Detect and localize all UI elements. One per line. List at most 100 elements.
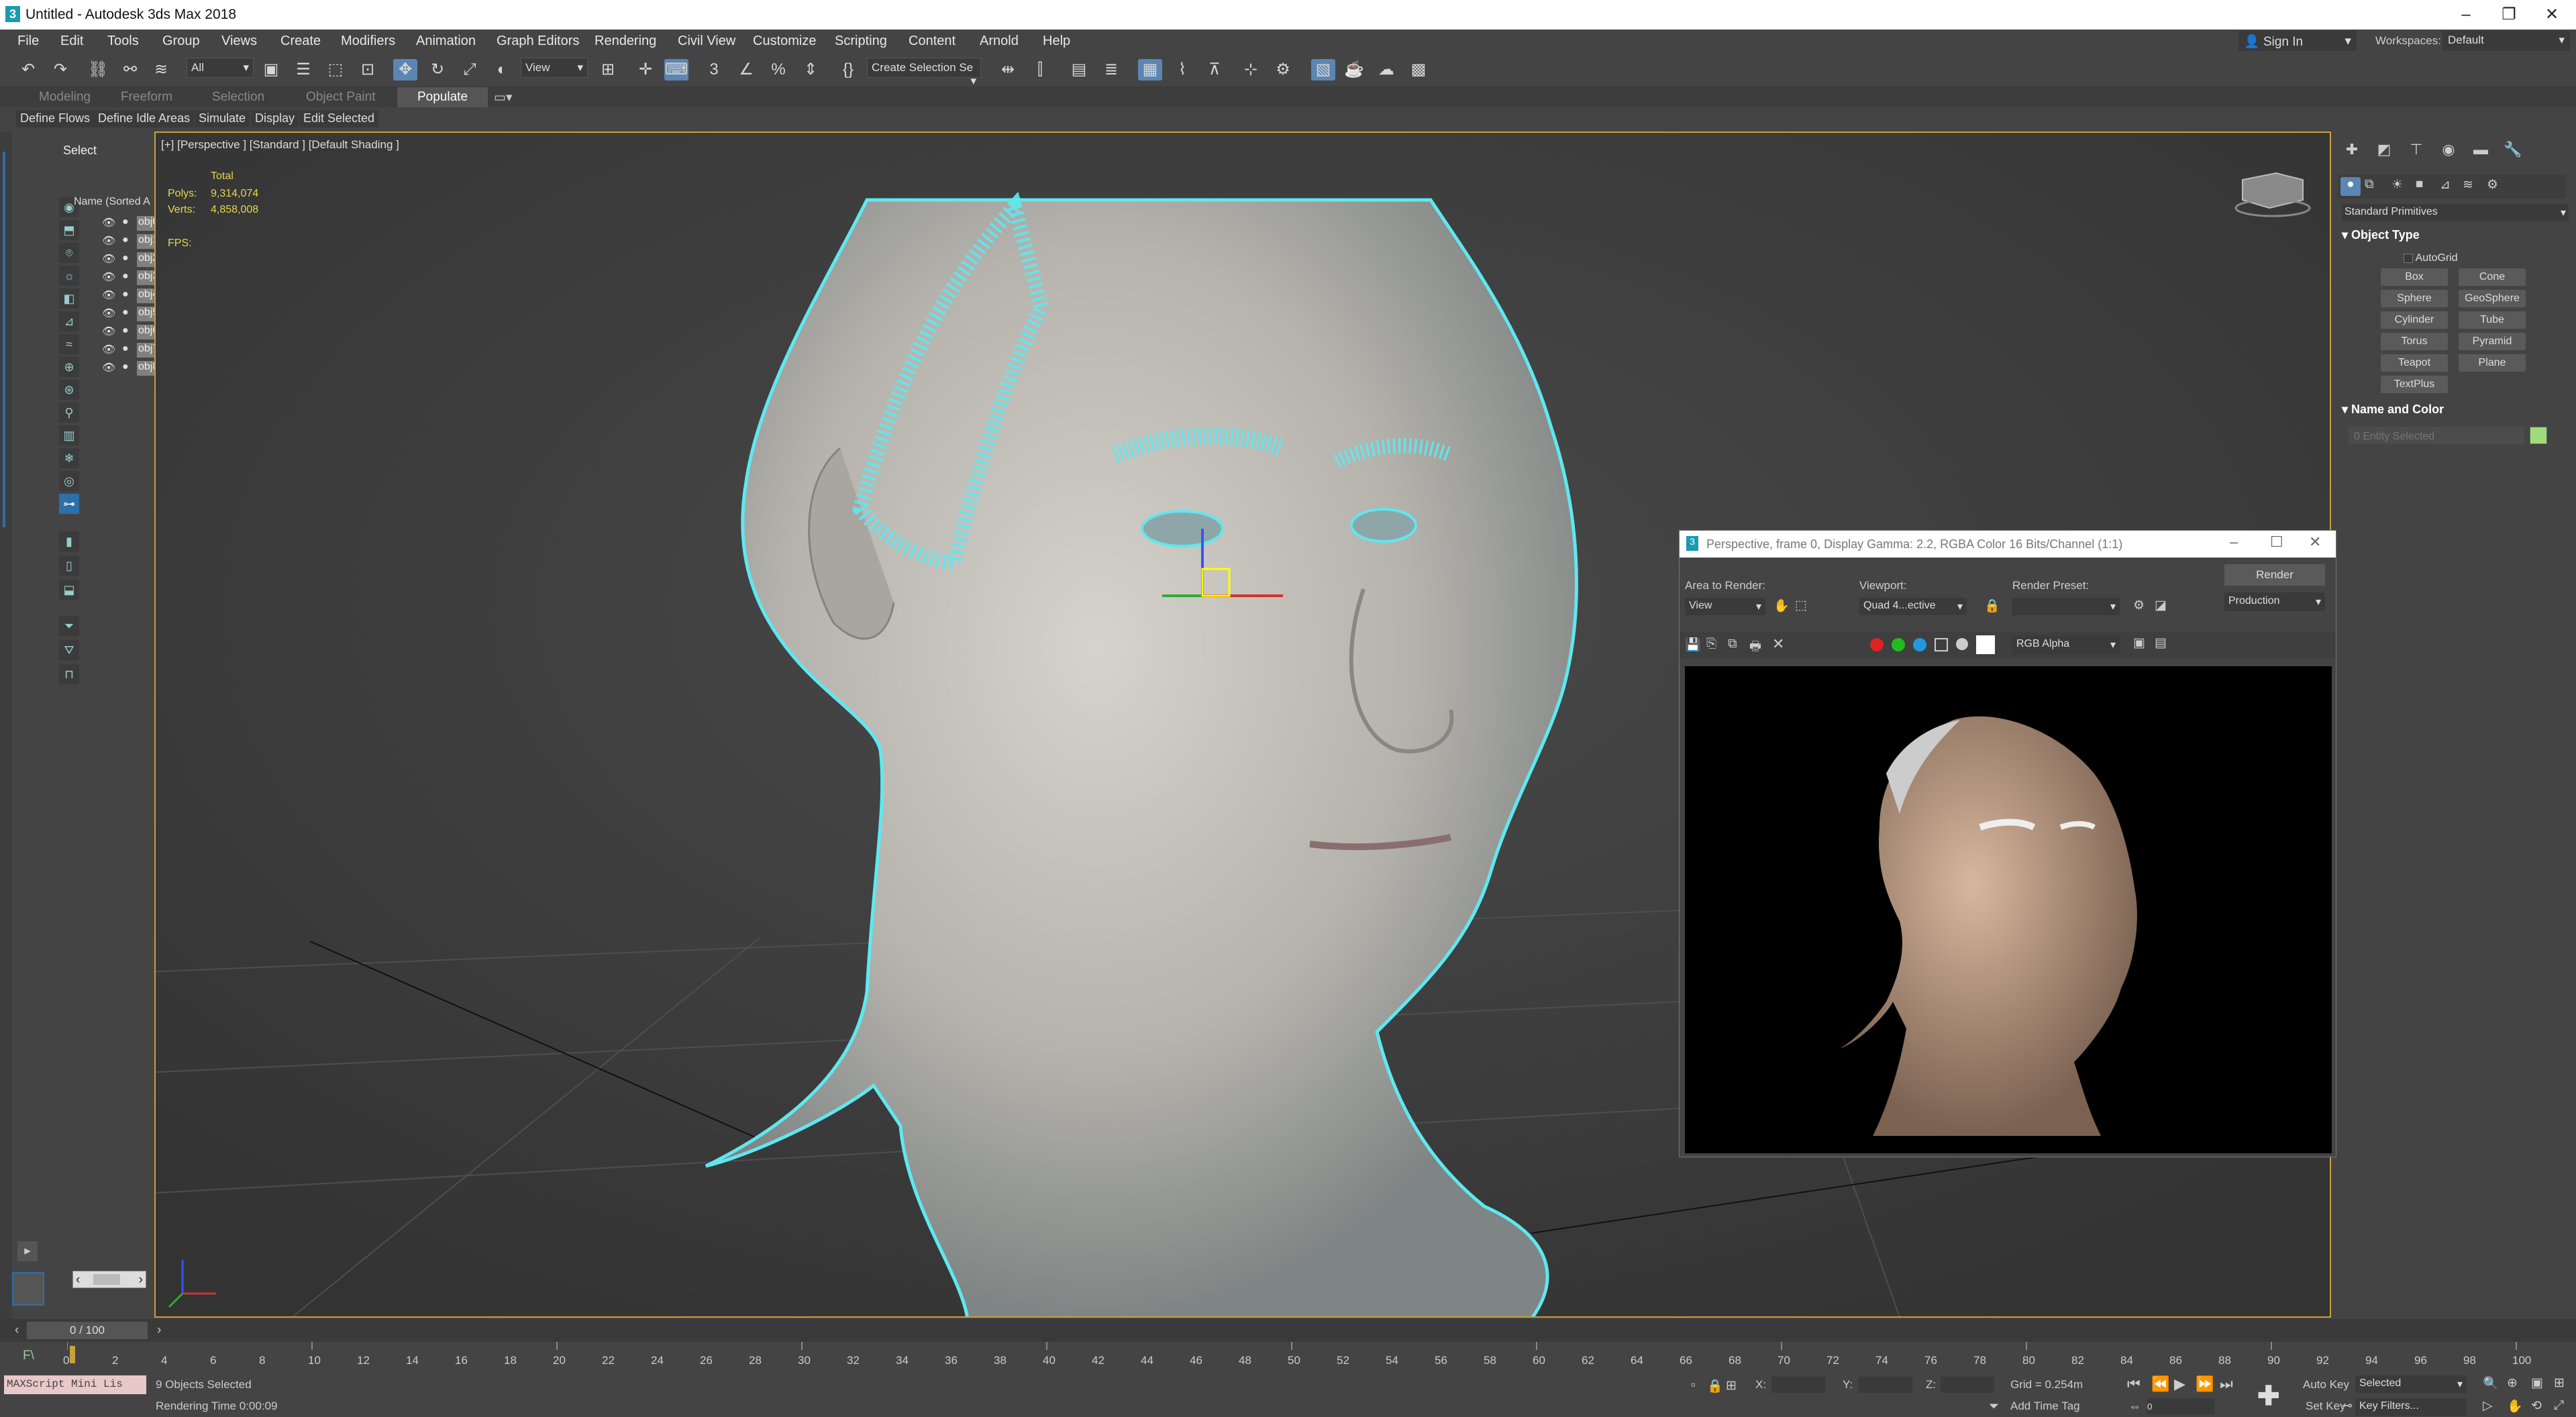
link-icon[interactable]: ⛓: [86, 59, 110, 81]
next-frame-icon[interactable]: ⏩: [2196, 1375, 2214, 1393]
curve-editor-icon[interactable]: ⌇: [1170, 59, 1194, 81]
render-setup-icon[interactable]: ⚙: [2133, 598, 2145, 613]
menu-help[interactable]: Help: [1043, 34, 1070, 49]
geosphere-button[interactable]: GeoSphere: [2459, 290, 2526, 307]
select-manipulate-icon[interactable]: ✛: [633, 59, 658, 81]
spinner-snap-icon[interactable]: ⇕: [798, 59, 823, 81]
lock-cell-icon[interactable]: ⊓: [59, 664, 79, 684]
lock-icon[interactable]: 🔒: [1984, 598, 2000, 614]
previous-frame-icon[interactable]: ⏪: [2151, 1375, 2169, 1393]
display-cameras-icon[interactable]: ◧: [59, 288, 79, 309]
zoom-extents-all-icon[interactable]: ⊞: [2554, 1375, 2565, 1391]
menu-modifiers[interactable]: Modifiers: [341, 34, 395, 49]
percent-snap-icon[interactable]: %: [766, 59, 790, 81]
rectangular-selection-icon[interactable]: ⬚: [323, 59, 348, 81]
chevron-right-icon[interactable]: ›: [139, 1273, 143, 1288]
layer-toggle-button[interactable]: [12, 1272, 44, 1306]
pan-icon[interactable]: ✋: [2507, 1398, 2523, 1414]
menu-create[interactable]: Create: [280, 34, 321, 49]
selection-lock-icon[interactable]: 🔒: [1707, 1378, 1723, 1394]
list-item[interactable]: 👁 ● obj0: [91, 215, 165, 232]
viewport-dropdown[interactable]: Quad 4...ective ▾: [1859, 598, 1967, 615]
menu-rendering[interactable]: Rendering: [595, 34, 656, 49]
filter-icon[interactable]: ⏷: [59, 616, 79, 636]
pivot-center-icon[interactable]: ⊞: [596, 59, 620, 81]
window-crossing-icon[interactable]: ⊡: [356, 59, 380, 81]
utilities-tab-icon[interactable]: 🔧: [2502, 141, 2524, 161]
menu-civil-view[interactable]: Civil View: [678, 34, 735, 49]
textplus-button[interactable]: TextPlus: [2381, 376, 2448, 393]
minimize-button[interactable]: –: [2230, 533, 2238, 551]
list-item[interactable]: 👁 ● obj2: [91, 251, 165, 268]
zoom-all-icon[interactable]: ⊕: [2507, 1375, 2518, 1391]
display-xrefs-icon[interactable]: ⊛: [59, 380, 79, 400]
name-and-color-rollout[interactable]: ▾ Name and Color: [2342, 403, 2569, 420]
motion-tab-icon[interactable]: ◉: [2437, 141, 2460, 161]
list-item[interactable]: 👁 ● obj6: [91, 323, 165, 341]
torus-button[interactable]: Torus: [2381, 333, 2448, 350]
toggle-ui-icon[interactable]: ▤: [2155, 635, 2167, 651]
list-item[interactable]: 👁 ● obj3: [91, 269, 165, 286]
chevron-left-icon[interactable]: ‹: [15, 1323, 19, 1338]
menu-graph-editors[interactable]: Graph Editors: [497, 34, 579, 49]
define-flows-button[interactable]: Define Flows: [16, 110, 95, 127]
modify-tab-icon[interactable]: ◩: [2373, 141, 2395, 161]
chevron-left-icon[interactable]: ‹: [76, 1273, 80, 1288]
primitive-type-dropdown[interactable]: Standard Primitives ▾: [2342, 204, 2569, 221]
teapot-button[interactable]: Teapot: [2381, 354, 2448, 372]
align-icon[interactable]: ⫿: [1028, 59, 1052, 81]
tab-object-paint[interactable]: Object Paint: [306, 90, 376, 105]
helpers-icon[interactable]: ⊿: [2440, 177, 2451, 193]
set-key-icon[interactable]: ✚: [2257, 1381, 2280, 1412]
isolate-icon[interactable]: ▫: [1691, 1378, 1696, 1393]
environment-effects-icon[interactable]: ◪: [2155, 598, 2167, 613]
reference-coordinate-dropdown[interactable]: View ▾: [521, 58, 588, 78]
absolute-mode-icon[interactable]: ⊞: [1726, 1378, 1737, 1394]
menu-tools[interactable]: Tools: [107, 34, 139, 49]
close-button[interactable]: ✕: [2528, 0, 2575, 30]
select-invert-icon[interactable]: ⬓: [59, 580, 79, 600]
shapes-icon[interactable]: ⧉: [2365, 177, 2374, 192]
auto-region-icon[interactable]: ⬚: [1795, 598, 1807, 613]
visibility-icon[interactable]: 👁: [102, 343, 115, 356]
geometry-icon[interactable]: ●: [2340, 177, 2361, 196]
explorer-scrollbar[interactable]: ‹ ›: [72, 1271, 146, 1288]
layer-explorer-icon[interactable]: ≣: [1099, 59, 1123, 81]
swatch-icon[interactable]: [1976, 635, 1995, 654]
save-image-icon[interactable]: 💾: [1685, 637, 1701, 653]
create-tab-icon[interactable]: ✚: [2340, 141, 2363, 161]
mirror-icon[interactable]: ⇹: [996, 59, 1020, 81]
visibility-icon[interactable]: 👁: [102, 325, 115, 338]
select-none-icon[interactable]: ▯: [59, 556, 79, 576]
go-to-end-icon[interactable]: ⏭: [2220, 1375, 2233, 1393]
name-column-header[interactable]: Name (Sorted A: [74, 196, 161, 211]
track-bar[interactable]: F\ 0 2 4 6 8 10 12 14 16 18 20 22 24 26 28 30 32 34 36 38 40…: [0, 1342, 2576, 1373]
render-mode-dropdown[interactable]: Production ▾: [2224, 592, 2325, 611]
time-slider[interactable]: ‹ 0 / 100 ›: [0, 1319, 2576, 1342]
expand-arrow-icon[interactable]: ▸: [17, 1241, 38, 1261]
rotate-icon[interactable]: ↻: [425, 59, 450, 81]
monochrome-icon[interactable]: [1956, 638, 1968, 650]
menu-animation[interactable]: Animation: [416, 34, 476, 49]
sphere-button[interactable]: Sphere: [2381, 290, 2448, 307]
visibility-icon[interactable]: 👁: [102, 270, 115, 284]
object-name-field[interactable]: [2349, 427, 2524, 444]
unlink-icon[interactable]: ⚯: [118, 59, 142, 81]
select-by-name-icon[interactable]: ☰: [291, 59, 315, 81]
display-hidden-icon[interactable]: ◎: [59, 471, 79, 491]
edit-named-selection-icon[interactable]: {}: [836, 59, 860, 81]
checkbox-box[interactable]: [2404, 253, 2413, 263]
ribbon-options-icon[interactable]: ▭▾: [494, 90, 513, 105]
close-button[interactable]: ✕: [2309, 533, 2321, 551]
named-selection-dropdown[interactable]: Create Selection Se ▾: [867, 58, 981, 87]
y-coordinate-input[interactable]: [1859, 1377, 1912, 1393]
workspace-dropdown[interactable]: Default ▾: [2442, 31, 2570, 51]
list-item[interactable]: 👁 ● obj1: [91, 233, 165, 250]
channel-display-dropdown[interactable]: RGB Alpha ▾: [2012, 635, 2120, 654]
orbit-icon[interactable]: ⟲: [2531, 1398, 2542, 1414]
simulate-button[interactable]: Simulate: [195, 110, 250, 127]
visibility-icon[interactable]: 👁: [102, 252, 115, 266]
time-slider-thumb[interactable]: 0 / 100: [27, 1322, 148, 1339]
display-frozen-icon[interactable]: ❄: [59, 448, 79, 468]
box-button[interactable]: Box: [2381, 268, 2448, 286]
